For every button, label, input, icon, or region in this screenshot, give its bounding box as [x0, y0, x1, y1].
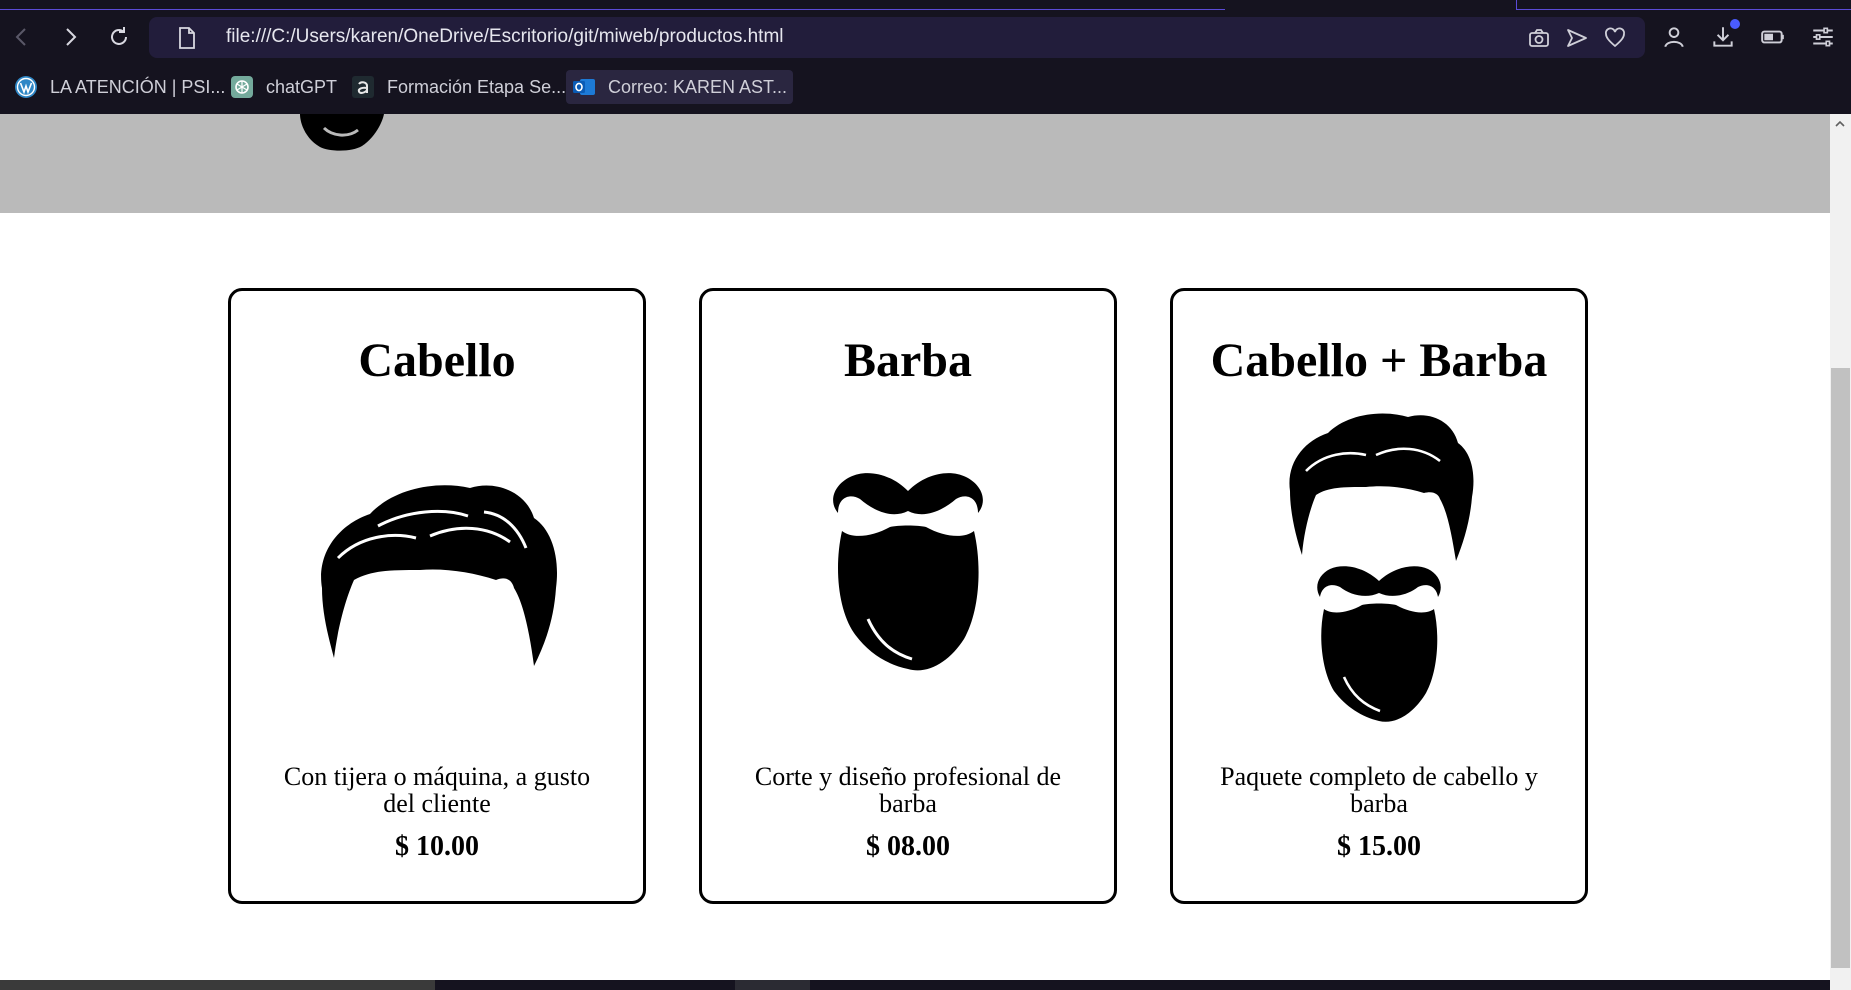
scroll-up-icon[interactable] — [1834, 118, 1846, 130]
logo-icon — [300, 114, 384, 151]
back-button[interactable] — [7, 22, 37, 52]
bookmark-item[interactable]: Correo: KAREN AST... — [566, 70, 794, 104]
bookmark-label: chatGPT — [266, 76, 338, 97]
outlook-icon — [573, 79, 595, 95]
hair-and-beard-icon — [1289, 413, 1474, 722]
horizontal-scrollbar[interactable] — [0, 980, 1830, 990]
bookmark-item[interactable]: chatGPT — [230, 70, 337, 104]
wordpress-icon — [15, 76, 37, 98]
hair-icon — [321, 485, 558, 666]
page-header — [0, 114, 1830, 213]
product-title: Cabello + Barba — [1210, 334, 1548, 387]
product-price: $ 10.00 — [395, 831, 479, 862]
battery-saver-icon[interactable] — [1760, 24, 1786, 50]
a-logo-icon — [352, 76, 374, 98]
product-title: Cabello — [358, 334, 516, 387]
bookmark-item[interactable]: LA ATENCIÓN | PSI... — [14, 70, 225, 104]
forward-button[interactable] — [55, 22, 85, 52]
send-icon[interactable] — [1565, 26, 1589, 50]
reload-icon — [111, 27, 127, 45]
scrollbar-thumb[interactable] — [0, 980, 435, 990]
chatgpt-icon — [231, 76, 253, 98]
tab-strip-edge — [0, 0, 1225, 10]
product-price: $ 15.00 — [1337, 831, 1421, 862]
bookmarks-bar: LA ATENCIÓN | PSI... chatGPT Formación E… — [0, 67, 1851, 107]
url-text[interactable]: file:///C:/Users/karen/OneDrive/Escritor… — [226, 26, 784, 48]
camera-icon[interactable] — [1527, 26, 1551, 50]
bookmark-item[interactable]: Formación Etapa Se... — [351, 70, 566, 104]
heart-icon[interactable] — [1603, 26, 1627, 50]
settings-sliders-icon[interactable] — [1810, 24, 1836, 50]
reload-button[interactable] — [104, 22, 134, 52]
address-bar[interactable]: file:///C:/Users/karen/OneDrive/Escritor… — [149, 17, 1645, 58]
bookmark-label: Formación Etapa Se... — [387, 76, 567, 97]
notification-dot — [1730, 19, 1740, 29]
product-card: Barba Corte y diseño profesional de barb… — [699, 288, 1117, 904]
product-description: Corte y diseño profesional de barba — [754, 762, 1062, 818]
bookmark-label: Correo: KAREN AST... — [608, 76, 788, 97]
product-description: Paquete completo de cabello y barba — [1220, 762, 1538, 818]
tab-strip-edge — [1516, 0, 1851, 10]
scrollbar-thumb[interactable] — [1831, 368, 1850, 968]
product-price: $ 08.00 — [866, 831, 950, 862]
product-title: Barba — [843, 334, 972, 387]
product-card: Cabello + Barba Paquete completo de cabe… — [1170, 288, 1588, 904]
beard-icon — [833, 473, 983, 671]
arrow-right-icon — [66, 28, 77, 46]
page-icon — [179, 27, 195, 49]
scrollbar-segment — [735, 980, 810, 990]
arrow-left-icon — [15, 28, 26, 46]
profile-icon[interactable] — [1661, 24, 1687, 50]
bookmark-label: LA ATENCIÓN | PSI... — [50, 76, 226, 97]
product-card: Cabello Con tijera o máquina, a gusto de… — [228, 288, 646, 904]
browser-toolbar: file:///C:/Users/karen/OneDrive/Escritor… — [0, 0, 1851, 114]
product-description: Con tijera o máquina, a gusto del client… — [283, 762, 591, 818]
